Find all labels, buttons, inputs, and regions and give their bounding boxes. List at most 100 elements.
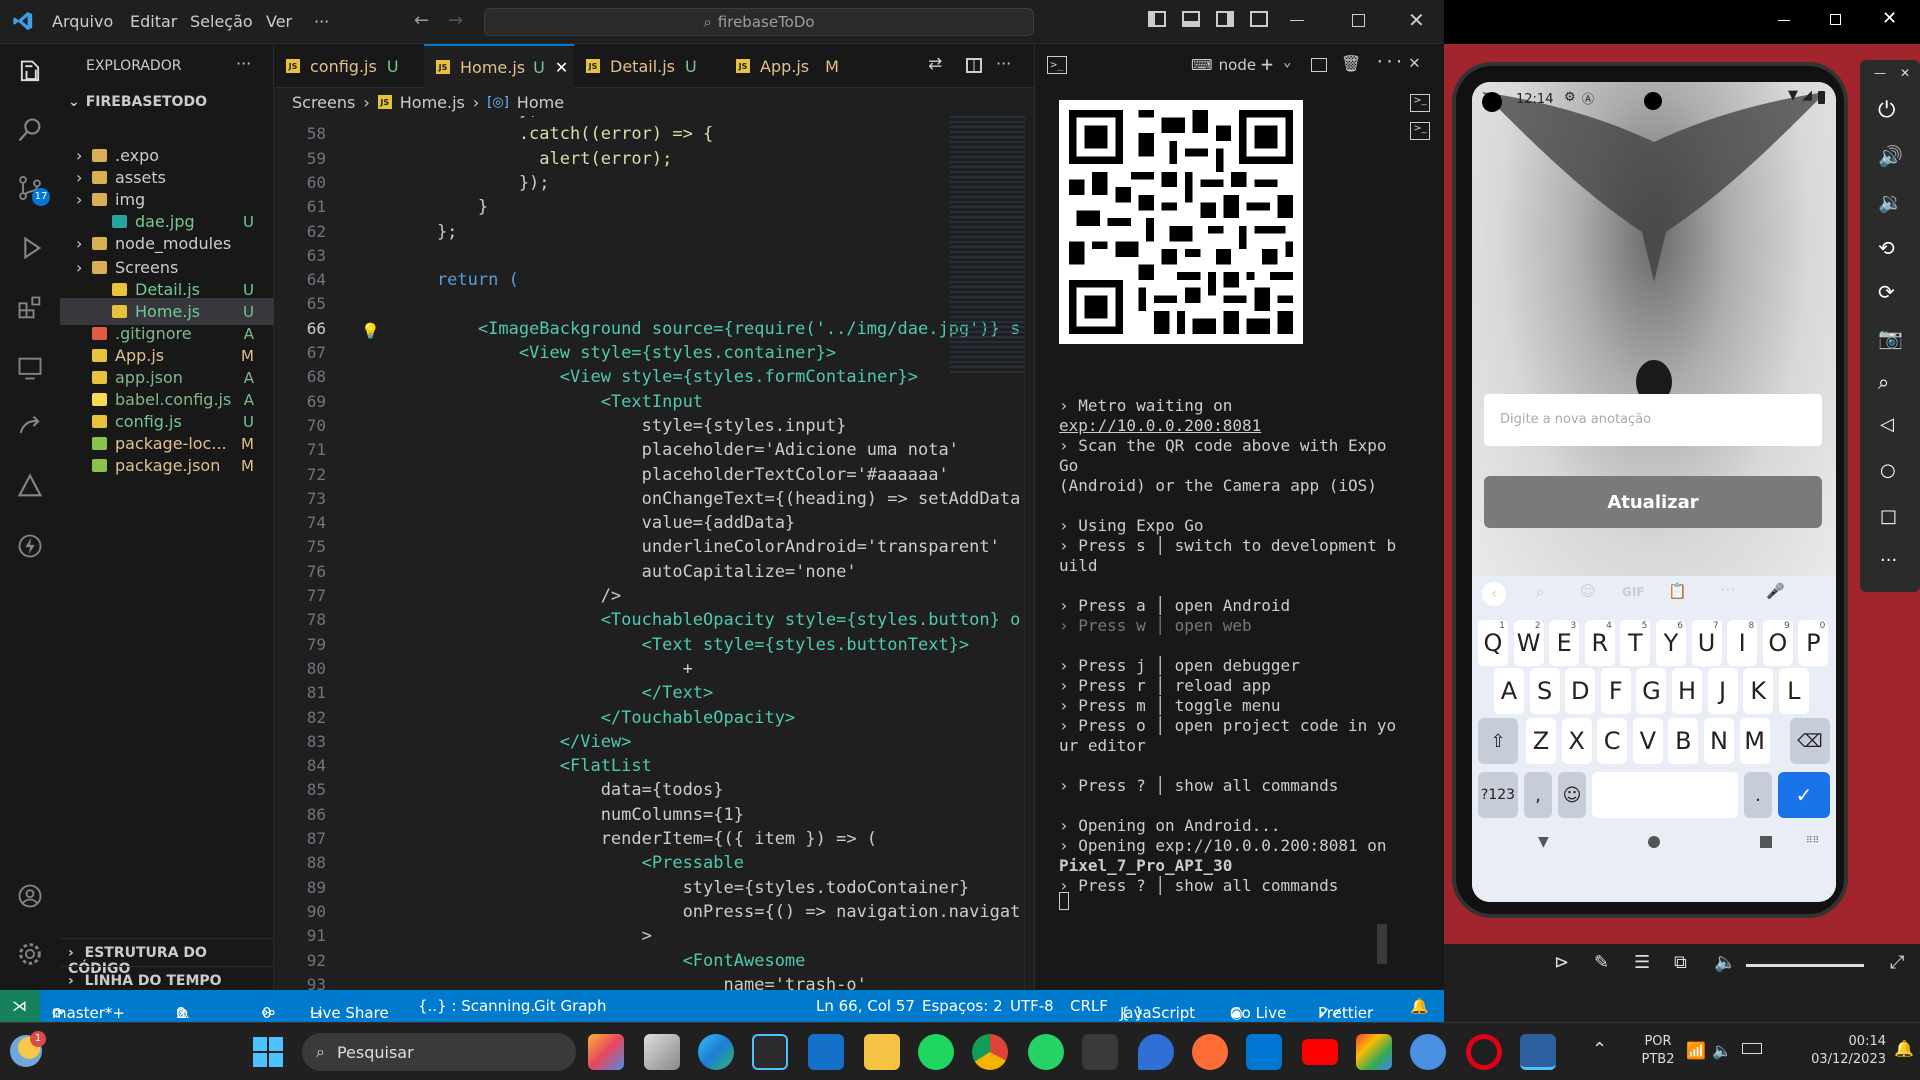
youtube-icon[interactable] [1302, 1039, 1338, 1065]
play-icon[interactable]: ⊳ [1554, 952, 1569, 973]
vscode-taskbar-icon[interactable] [1246, 1034, 1282, 1070]
minimap[interactable] [950, 116, 1024, 376]
scanning-status[interactable]: {..} : Scanning.. [418, 997, 540, 1015]
terminal-more-icon[interactable]: ··· [1375, 52, 1404, 71]
comma-key[interactable]: , [1524, 772, 1552, 818]
keyboard-key[interactable]: I8 [1727, 620, 1758, 666]
opera-icon[interactable] [1466, 1034, 1502, 1070]
notification-bell-icon[interactable]: 🔔 [1894, 1039, 1914, 1058]
input-language[interactable]: POR PTB2 [1634, 1033, 1682, 1069]
note-input[interactable]: Digite a nova anotação [1484, 394, 1822, 446]
expo-icon[interactable] [12, 468, 48, 504]
speaker-icon[interactable]: 🔈 [1714, 952, 1736, 973]
toggle-sidebar-icon[interactable] [1148, 11, 1166, 27]
clock[interactable]: 00:14 03/12/2023 [1782, 1033, 1886, 1069]
chevron-up-icon[interactable]: ⌃ [1592, 1039, 1607, 1060]
terminal-icon[interactable]: >_ [1047, 56, 1067, 74]
tab-home-js[interactable]: JS Home.js U ✕ [424, 44, 574, 88]
keyboard-key[interactable]: A [1494, 668, 1524, 714]
keyboard-key[interactable]: P0 [1798, 620, 1829, 666]
keyboard-key[interactable]: W2 [1513, 620, 1544, 666]
tab-close-icon[interactable]: ✕ [555, 58, 568, 77]
editor-more-icon[interactable]: ··· [996, 54, 1011, 73]
battery-icon[interactable] [1742, 1043, 1762, 1054]
notifications-bell-icon[interactable]: 🔔 [1410, 997, 1429, 1015]
keyboard-key[interactable]: M [1739, 718, 1770, 764]
forward-arrow-icon[interactable]: → [448, 10, 463, 31]
keyboard-key[interactable]: L [1778, 668, 1809, 714]
wifi-icon[interactable]: 📶 [1686, 1041, 1706, 1060]
timeline-section[interactable]: › LINHA DO TEMPO [60, 966, 274, 990]
live-share-icon[interactable] [12, 408, 48, 444]
trash-icon[interactable]: 🗑 [1341, 54, 1361, 73]
keyboard-key[interactable]: F [1600, 668, 1631, 714]
more-options-icon[interactable]: ··· [1880, 550, 1897, 571]
mail-icon[interactable] [808, 1034, 844, 1070]
copilot-icon[interactable] [588, 1034, 624, 1070]
thunder-client-icon[interactable] [12, 528, 48, 564]
keyboard-key[interactable]: G [1636, 668, 1667, 714]
emulator-panel-close-icon[interactable]: ✕ [1900, 66, 1910, 80]
breadcrumb-folder[interactable]: Screens [292, 93, 355, 112]
whatsapp-icon[interactable] [1028, 1034, 1064, 1070]
keyboard-key[interactable]: N [1704, 718, 1734, 764]
volume-up-icon[interactable]: 🔊 [1878, 144, 1903, 168]
keyboard-key[interactable]: Z [1526, 718, 1556, 764]
gif-button[interactable]: GIF [1622, 585, 1645, 599]
backspace-key[interactable]: ⌫ [1790, 718, 1830, 764]
menu-editar[interactable]: Editar [130, 12, 177, 31]
menu-more[interactable]: ··· [314, 12, 329, 31]
keyboard-key[interactable]: H [1672, 668, 1702, 714]
keyboard-key[interactable]: O9 [1762, 620, 1793, 666]
overview-square-icon[interactable]: □ [1880, 506, 1897, 527]
breadcrumb-file[interactable]: Home.js [400, 93, 465, 112]
enter-check-key[interactable]: ✓ [1778, 772, 1830, 818]
keyboard-key[interactable]: C [1597, 718, 1628, 764]
volume-slider[interactable] [1746, 964, 1864, 967]
explorer-icon[interactable] [12, 54, 48, 90]
clipboard-icon[interactable]: 📋 [1668, 582, 1687, 600]
back-arrow-icon[interactable]: ← [414, 10, 429, 31]
keyboard-switch-icon[interactable]: ⠿⠿ [1806, 836, 1819, 846]
taskbar-search[interactable]: ⌕ Pesquisar [302, 1033, 576, 1071]
keyboard-key[interactable]: T5 [1620, 620, 1651, 666]
emulator-restore-icon[interactable] [1830, 14, 1841, 25]
emulator-taskbar-icon[interactable] [1520, 1034, 1556, 1070]
terminal-app-icon[interactable] [1082, 1034, 1118, 1070]
keyboard-more-icon[interactable]: ··· [1720, 580, 1735, 599]
home-circle-icon[interactable]: ○ [1880, 460, 1896, 481]
back-triangle-icon[interactable]: ◁ [1880, 414, 1894, 435]
camera-icon[interactable]: 📷 [1878, 326, 1903, 350]
terminal-instance-icon[interactable]: >_ [1410, 122, 1430, 140]
line-endings[interactable]: CRLF [1070, 997, 1108, 1015]
extensions-icon[interactable] [12, 290, 48, 326]
pen-icon[interactable]: ✎ [1594, 952, 1609, 973]
keyboard-back-icon[interactable]: ‹ [1482, 582, 1506, 606]
microphone-icon[interactable]: 🎤 [1766, 582, 1785, 600]
indentation[interactable]: Espaços: 2 [922, 997, 1003, 1015]
breadcrumb-symbol[interactable]: Home [517, 93, 564, 112]
shift-key[interactable]: ⇧ [1478, 718, 1518, 764]
zoom-icon[interactable]: ⌕ [1878, 370, 1889, 394]
power-icon[interactable]: ⏻ [1878, 98, 1895, 123]
android-studio-icon[interactable] [1410, 1034, 1446, 1070]
tab-detail-js[interactable]: JS Detail.js U [574, 44, 724, 88]
vertical-scrollbar[interactable] [1024, 116, 1034, 990]
new-terminal-icon[interactable]: + [1261, 52, 1273, 76]
close-icon[interactable]: ✕ [1408, 8, 1425, 32]
terminal-scrollbar[interactable] [1377, 924, 1387, 964]
task-view-icon[interactable] [644, 1034, 680, 1070]
menu-arquivo[interactable]: Arquivo [52, 12, 113, 31]
volume-down-icon[interactable]: 🔉 [1878, 190, 1903, 214]
weather-widget-icon[interactable]: 1 [10, 1031, 46, 1067]
keyboard-key[interactable]: R4 [1584, 620, 1615, 666]
keyboard-key[interactable]: E3 [1549, 620, 1580, 666]
maximize-icon[interactable] [1352, 14, 1365, 27]
keyboard-key[interactable]: B [1668, 718, 1699, 764]
emulator-close-icon[interactable]: ✕ [1882, 8, 1897, 29]
nav-back-icon[interactable]: ▼ [1538, 834, 1549, 850]
command-center-search[interactable]: ⌕ firebaseToDo [484, 8, 1034, 36]
toggle-secondary-sidebar-icon[interactable] [1216, 11, 1234, 27]
explorer-root-folder[interactable]: ⌄ FIREBASETODO [60, 88, 274, 115]
remote-indicator-icon[interactable]: ⋊ [0, 990, 40, 1022]
